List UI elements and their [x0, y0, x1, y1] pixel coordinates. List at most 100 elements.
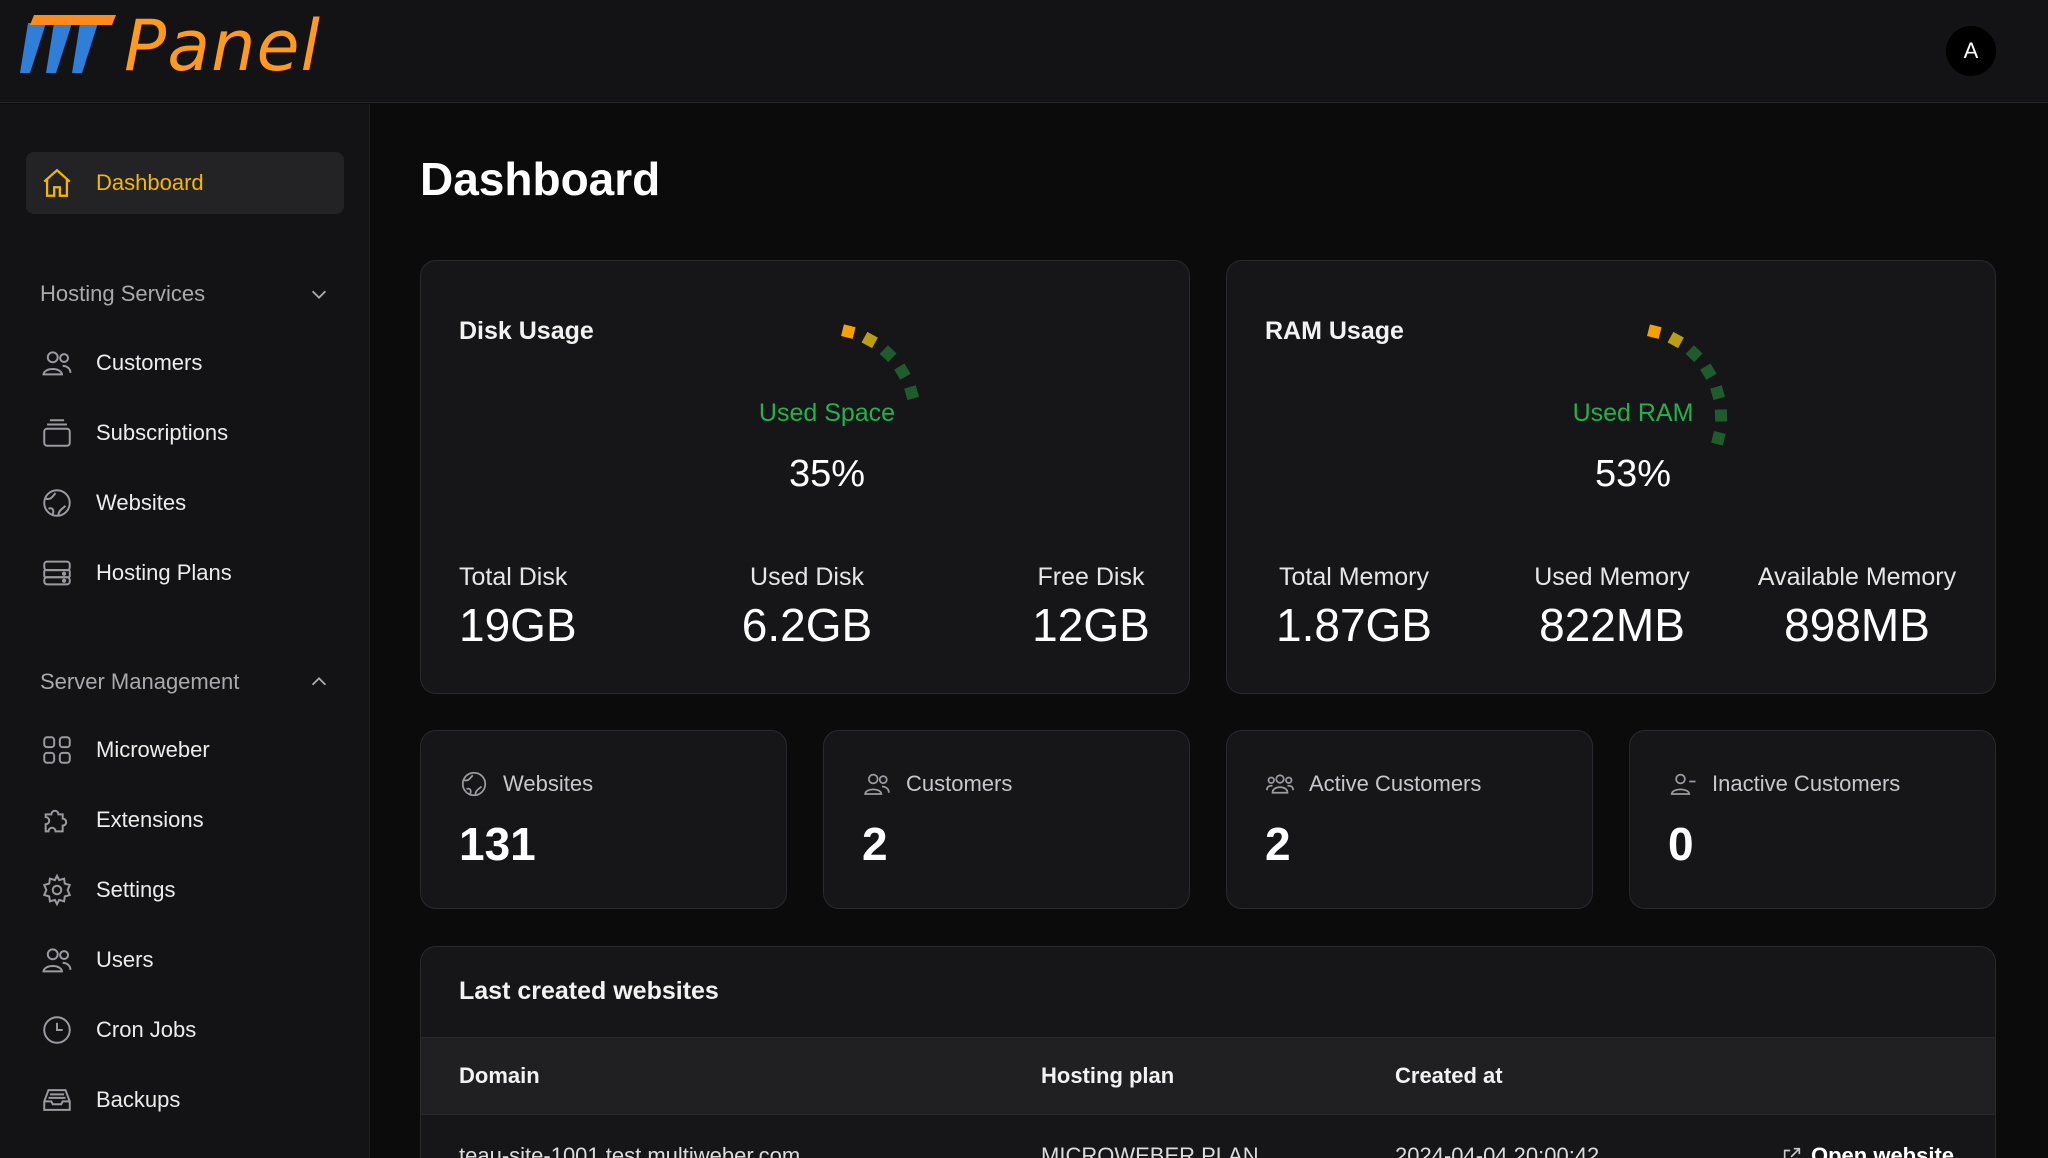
chevron-up-icon — [311, 677, 327, 686]
stat-value: 2 — [862, 818, 888, 870]
column-header-hosting-plan[interactable]: Hosting plan — [1041, 1063, 1174, 1089]
stat-label: Used Disk — [750, 563, 864, 591]
disk-gauge-segment — [861, 331, 878, 349]
open-website-label: Open website — [1811, 1143, 1955, 1158]
sidebar-item-subscriptions[interactable]: Subscriptions — [26, 402, 344, 464]
page-title: Dashboard — [420, 153, 661, 205]
grid-icon — [40, 733, 74, 767]
stat-label: Available Memory — [1757, 563, 1957, 591]
sidebar-item-websites[interactable]: Websites — [26, 472, 344, 534]
sidebar-item-label: Hosting Plans — [96, 560, 232, 585]
ram-gauge-segment — [1700, 363, 1717, 380]
stat-value: 12GB — [1032, 599, 1150, 651]
customers-stat-card[interactable]: Customers 2 — [823, 730, 1190, 909]
ram-gauge-segment — [1711, 431, 1726, 446]
sidebar-item-settings[interactable]: Settings — [26, 859, 344, 921]
section-label: Server Management — [40, 669, 240, 694]
sidebar-item-label: Cron Jobs — [96, 1017, 197, 1042]
sidebar-item-label: Subscriptions — [96, 420, 229, 445]
stat-value: 19GB — [459, 599, 577, 651]
sidebar-item-hosting-plans[interactable]: Hosting Plans — [26, 542, 344, 604]
stat-label: Inactive Customers — [1712, 771, 1901, 796]
users-icon — [864, 773, 890, 795]
sidebar-item-extensions[interactable]: Extensions — [26, 789, 344, 851]
users-icon — [40, 346, 74, 380]
open-website-link[interactable]: Open website — [1781, 1143, 1954, 1158]
sidebar-item-label: Websites — [96, 490, 187, 515]
card-title: Last created websites — [459, 977, 719, 1005]
active-customers-stat-card[interactable]: Active Customers 2 — [1226, 730, 1593, 909]
column-header-domain[interactable]: Domain — [459, 1063, 540, 1089]
ram-gauge-segment — [1667, 331, 1684, 349]
sidebar-item-label: Settings — [96, 877, 176, 902]
clock-icon — [40, 1013, 74, 1047]
gear-icon — [40, 873, 74, 907]
globe-icon — [40, 486, 74, 520]
sidebar-item-microweber[interactable]: Microweber — [26, 719, 344, 781]
user-minus-icon — [1670, 773, 1696, 795]
disk-gauge-segment — [879, 345, 897, 363]
users-group-icon — [1266, 774, 1294, 794]
sidebar-item-customers[interactable]: Customers — [26, 332, 344, 394]
card-title: RAM Usage — [1265, 317, 1404, 345]
stat-label: Total Disk — [459, 563, 568, 591]
sidebar: Dashboard Hosting Services Customers Sub… — [0, 104, 370, 1158]
gauge-label: Used Space — [758, 399, 896, 427]
hosting-plan-cell: MICROWEBER PLAN — [1041, 1143, 1259, 1158]
disk-gauge-segment — [894, 363, 911, 380]
puzzle-icon — [40, 803, 74, 837]
gauge-percent: 53% — [1594, 453, 1672, 495]
disk-gauge-segment — [841, 324, 856, 339]
globe-icon — [461, 771, 487, 797]
ram-usage-card: RAM Usage Used RAM 53% Total Memory 1.87… — [1226, 260, 1996, 694]
total-disk-stat: Total Disk 19GB — [459, 563, 577, 652]
ram-gauge-segment — [1710, 385, 1726, 401]
sidebar-item-dashboard[interactable]: Dashboard — [26, 152, 344, 214]
free-disk-stat: Free Disk 12GB — [991, 563, 1191, 652]
stat-label: Used Memory — [1534, 563, 1690, 591]
external-link-icon — [1783, 1147, 1801, 1158]
archive-icon — [40, 1083, 74, 1117]
logo-text: Panel — [124, 5, 321, 87]
chevron-down-icon — [311, 290, 327, 299]
stat-label: Total Memory — [1278, 563, 1430, 591]
stat-value: 2 — [1265, 818, 1291, 870]
section-hosting-services[interactable]: Hosting Services — [40, 274, 330, 314]
sidebar-item-cron-jobs[interactable]: Cron Jobs — [26, 999, 344, 1061]
sidebar-item-label: Microweber — [96, 737, 210, 762]
sidebar-item-label: Users — [96, 947, 154, 972]
available-memory-stat: Available Memory 898MB — [1737, 563, 1977, 652]
gauge-percent: 35% — [788, 453, 866, 495]
sidebar-item-users[interactable]: Users — [26, 929, 344, 991]
section-label: Hosting Services — [40, 281, 206, 306]
disk-usage-card: Disk Usage Used Space 35% Total Disk 19G… — [420, 260, 1190, 694]
websites-stat-card[interactable]: Websites 131 — [420, 730, 787, 909]
sidebar-item-backups[interactable]: Backups — [26, 1069, 344, 1131]
ram-gauge-segment — [1647, 324, 1662, 339]
stat-value: 6.2GB — [741, 599, 873, 651]
avatar[interactable]: A — [1946, 26, 1996, 76]
sidebar-item-label: Dashboard — [96, 170, 204, 195]
domain-cell[interactable]: teau-site-1001.test.multiweber.com — [459, 1143, 800, 1158]
home-icon — [40, 166, 74, 200]
top-bar: Panel A — [0, 0, 2048, 103]
server-stack-icon — [40, 556, 74, 590]
used-disk-stat: Used Disk 6.2GB — [707, 563, 907, 652]
stat-value: 822MB — [1539, 599, 1685, 651]
used-memory-stat: Used Memory 822MB — [1487, 563, 1737, 652]
stack-icon — [40, 416, 74, 450]
section-server-management[interactable]: Server Management — [40, 662, 330, 702]
table-header: Domain Hosting plan Created at — [421, 1037, 1995, 1115]
logo[interactable]: Panel — [20, 8, 321, 84]
stat-label: Customers — [906, 771, 1013, 796]
logo-mark-icon — [20, 15, 116, 73]
inactive-customers-stat-card[interactable]: Inactive Customers 0 — [1629, 730, 1996, 909]
stat-value: 0 — [1668, 818, 1694, 870]
card-title: Disk Usage — [459, 317, 594, 345]
stat-label: Free Disk — [1037, 563, 1145, 591]
users-icon — [40, 943, 74, 977]
column-header-created-at[interactable]: Created at — [1395, 1063, 1503, 1089]
disk-gauge-segment — [904, 385, 920, 401]
stat-value: 898MB — [1784, 599, 1930, 651]
stat-label: Active Customers — [1309, 771, 1482, 796]
